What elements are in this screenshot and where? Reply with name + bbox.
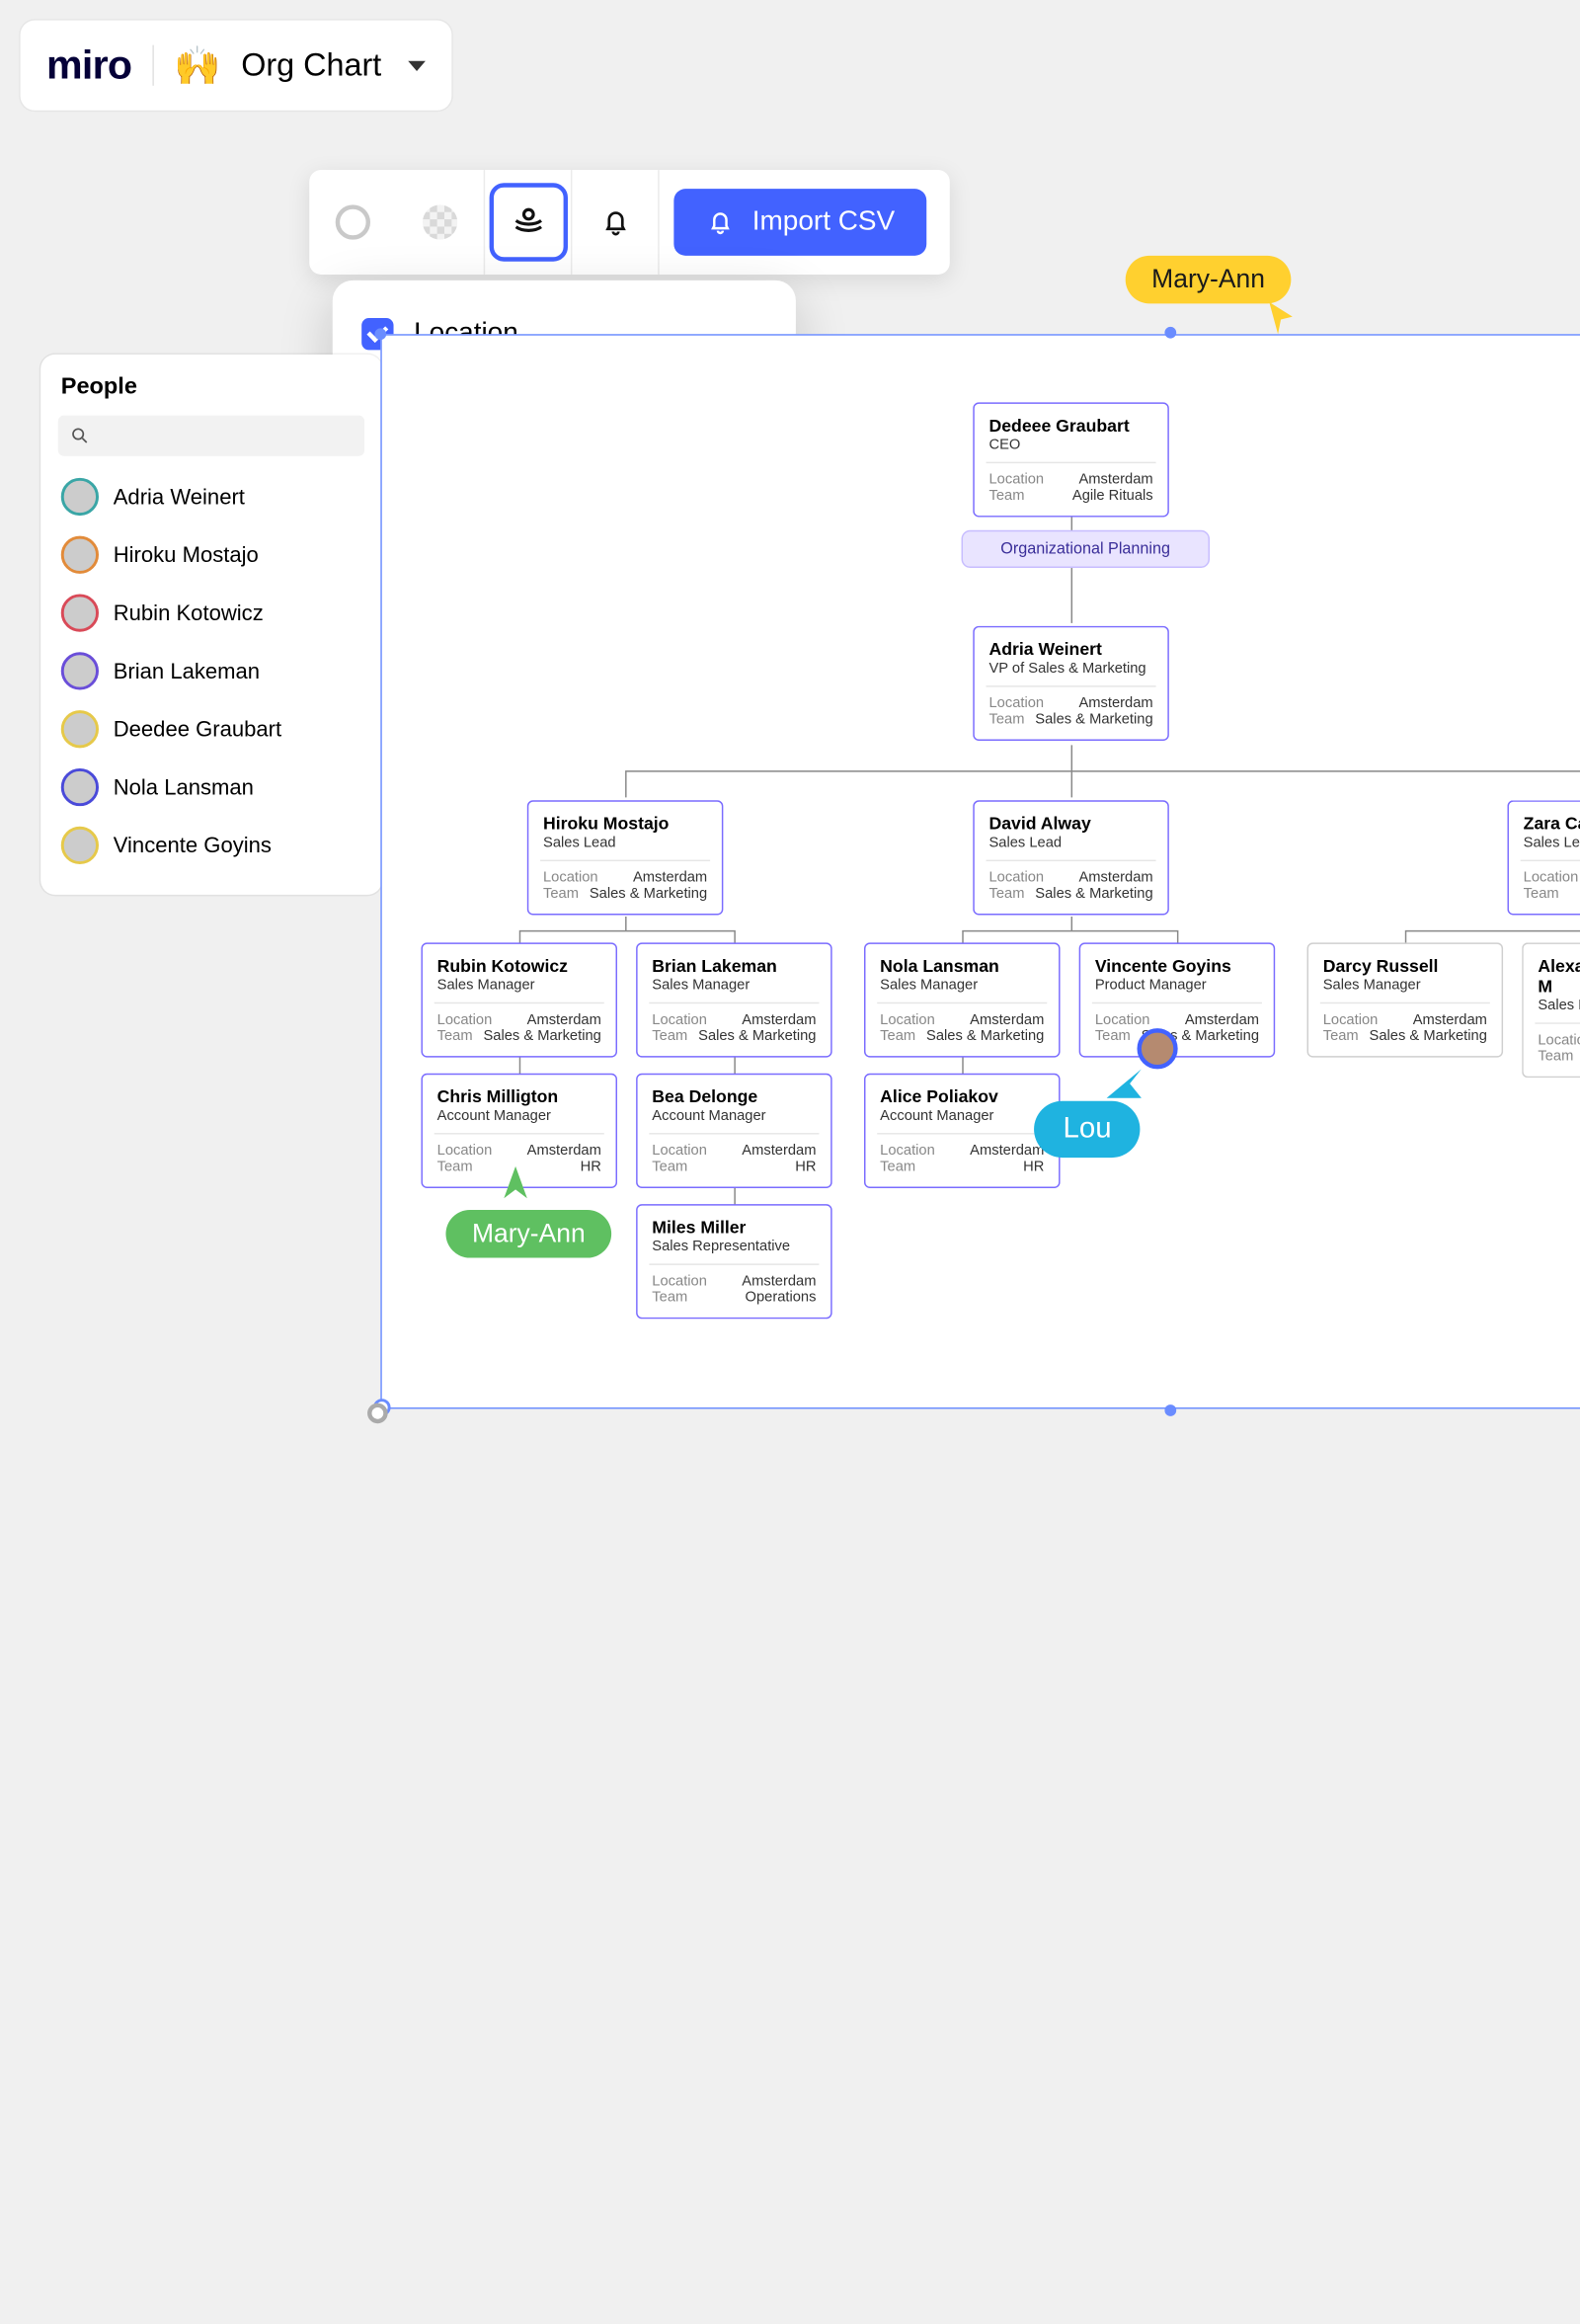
board-name: Org Chart [241, 46, 381, 84]
divider [152, 45, 153, 86]
cursor-label-lou: Lou [1034, 1101, 1141, 1158]
layers-icon [509, 203, 546, 241]
people-row[interactable]: Rubin Kotowicz [40, 584, 382, 642]
card-role: VP of Sales & Marketing [988, 661, 1152, 677]
avatar [61, 768, 99, 806]
context-toolbar: Import CSV [309, 170, 950, 275]
people-panel: People Adria Weinert Hiroku Mostajo Rubin … [40, 355, 382, 895]
card-name: Dedeee Graubart [988, 416, 1152, 437]
card-loc-label: Location [988, 472, 1044, 488]
card-team-label: Team [988, 488, 1024, 504]
card-role: Sales Lead [543, 836, 707, 851]
card-team-label: Team [988, 712, 1024, 728]
person-name: Nola Lansman [114, 775, 254, 800]
org-card-account[interactable]: Alice PoliakovAccount Manager LocationAm… [864, 1074, 1061, 1188]
people-row[interactable]: Vincente Goyins [40, 816, 382, 874]
org-pill[interactable]: Organizational Planning [962, 530, 1210, 568]
org-card-manager[interactable]: Nola LansmanSales Manager LocationAmster… [864, 942, 1061, 1057]
cursor-arrow-icon [1107, 1063, 1145, 1100]
board-emoji-icon: 🙌 [174, 42, 221, 88]
card-name: Zara Campi [1524, 814, 1580, 835]
org-card-manager[interactable]: Vincente GoyinsProduct Manager LocationA… [1079, 942, 1276, 1057]
board-title-chip[interactable]: miro 🙌 Org Chart [21, 21, 451, 111]
import-csv-button[interactable]: Import CSV [673, 189, 926, 256]
card-name: Adria Weinert [988, 639, 1152, 660]
org-card-lead[interactable]: David Alway Sales Lead LocationAmsterdam… [973, 800, 1169, 915]
bell-icon [599, 206, 631, 238]
card-name: Hiroku Mostajo [543, 814, 707, 835]
org-card-lead[interactable]: Zara Campi Sales Lead Location Team [1507, 800, 1580, 915]
avatar [61, 710, 99, 748]
avatar [61, 652, 99, 689]
search-icon [70, 426, 91, 446]
person-name: Brian Lakeman [114, 659, 260, 683]
people-row[interactable]: Brian Lakeman [40, 642, 382, 700]
avatar [61, 594, 99, 631]
org-card-account[interactable]: Bea DelongeAccount Manager LocationAmste… [636, 1074, 832, 1188]
cursor-arrow-icon [501, 1166, 529, 1204]
person-name: Hiroku Mostajo [114, 542, 259, 567]
card-loc-label: Location [988, 695, 1044, 711]
layers-button[interactable] [484, 170, 571, 275]
person-name: Vincente Goyins [114, 833, 272, 857]
card-team-value: Sales & Marketing [1035, 712, 1152, 728]
cursor-arrow-icon [1266, 302, 1295, 334]
card-role: Sales Lead [1524, 836, 1580, 851]
card-name: David Alway [988, 814, 1152, 835]
org-card-ceo[interactable]: Dedeee Graubart CEO Location Amsterdam Te… [973, 402, 1169, 517]
avatar [61, 478, 99, 516]
people-title: People [40, 374, 382, 415]
org-card-manager[interactable]: Alexandra MSales Manag Location Team [1522, 942, 1580, 1078]
people-row[interactable]: Nola Lansman [40, 759, 382, 817]
person-name: Adria Weinert [114, 484, 245, 509]
people-row[interactable]: Deedee Graubart [40, 700, 382, 759]
org-card-manager[interactable]: Darcy RussellSales Manager LocationAmste… [1307, 942, 1504, 1057]
avatar [61, 536, 99, 574]
org-card-lead[interactable]: Hiroku Mostajo Sales Lead LocationAmster… [527, 800, 724, 915]
person-name: Deedee Graubart [114, 717, 281, 742]
card-team-value: Agile Rituals [1072, 488, 1153, 504]
fill-transparent-button[interactable] [396, 170, 483, 275]
org-card-vp[interactable]: Adria Weinert VP of Sales & Marketing Lo… [973, 626, 1169, 741]
miro-logo: miro [46, 42, 131, 89]
notifications-button[interactable] [571, 170, 658, 275]
card-role: Sales Lead [988, 836, 1152, 851]
bell-icon [706, 207, 735, 236]
people-row[interactable]: Adria Weinert [40, 468, 382, 526]
card-loc-value: Amsterdam [1078, 472, 1152, 488]
org-card-manager[interactable]: Rubin KotowiczSales Manager LocationAmst… [421, 942, 617, 1057]
chevron-down-icon[interactable] [408, 60, 426, 70]
cursor-label-maryann-green: Mary-Ann [445, 1210, 611, 1258]
people-row[interactable]: Hiroku Mostajo [40, 525, 382, 584]
org-card-manager[interactable]: Brian LakemanSales Manager LocationAmste… [636, 942, 832, 1057]
people-search-input[interactable] [58, 416, 364, 456]
cursor-label-maryann: Mary-Ann [1126, 256, 1292, 304]
import-csv-label: Import CSV [752, 206, 895, 238]
person-name: Rubin Kotowicz [114, 601, 264, 625]
color-none-button[interactable] [309, 170, 396, 275]
card-loc-value: Amsterdam [1078, 695, 1152, 711]
avatar [61, 827, 99, 864]
org-card-rep[interactable]: Miles MillerSales Representative Locatio… [636, 1204, 832, 1319]
card-role: CEO [988, 438, 1152, 453]
collaborator-avatar [1137, 1028, 1177, 1069]
